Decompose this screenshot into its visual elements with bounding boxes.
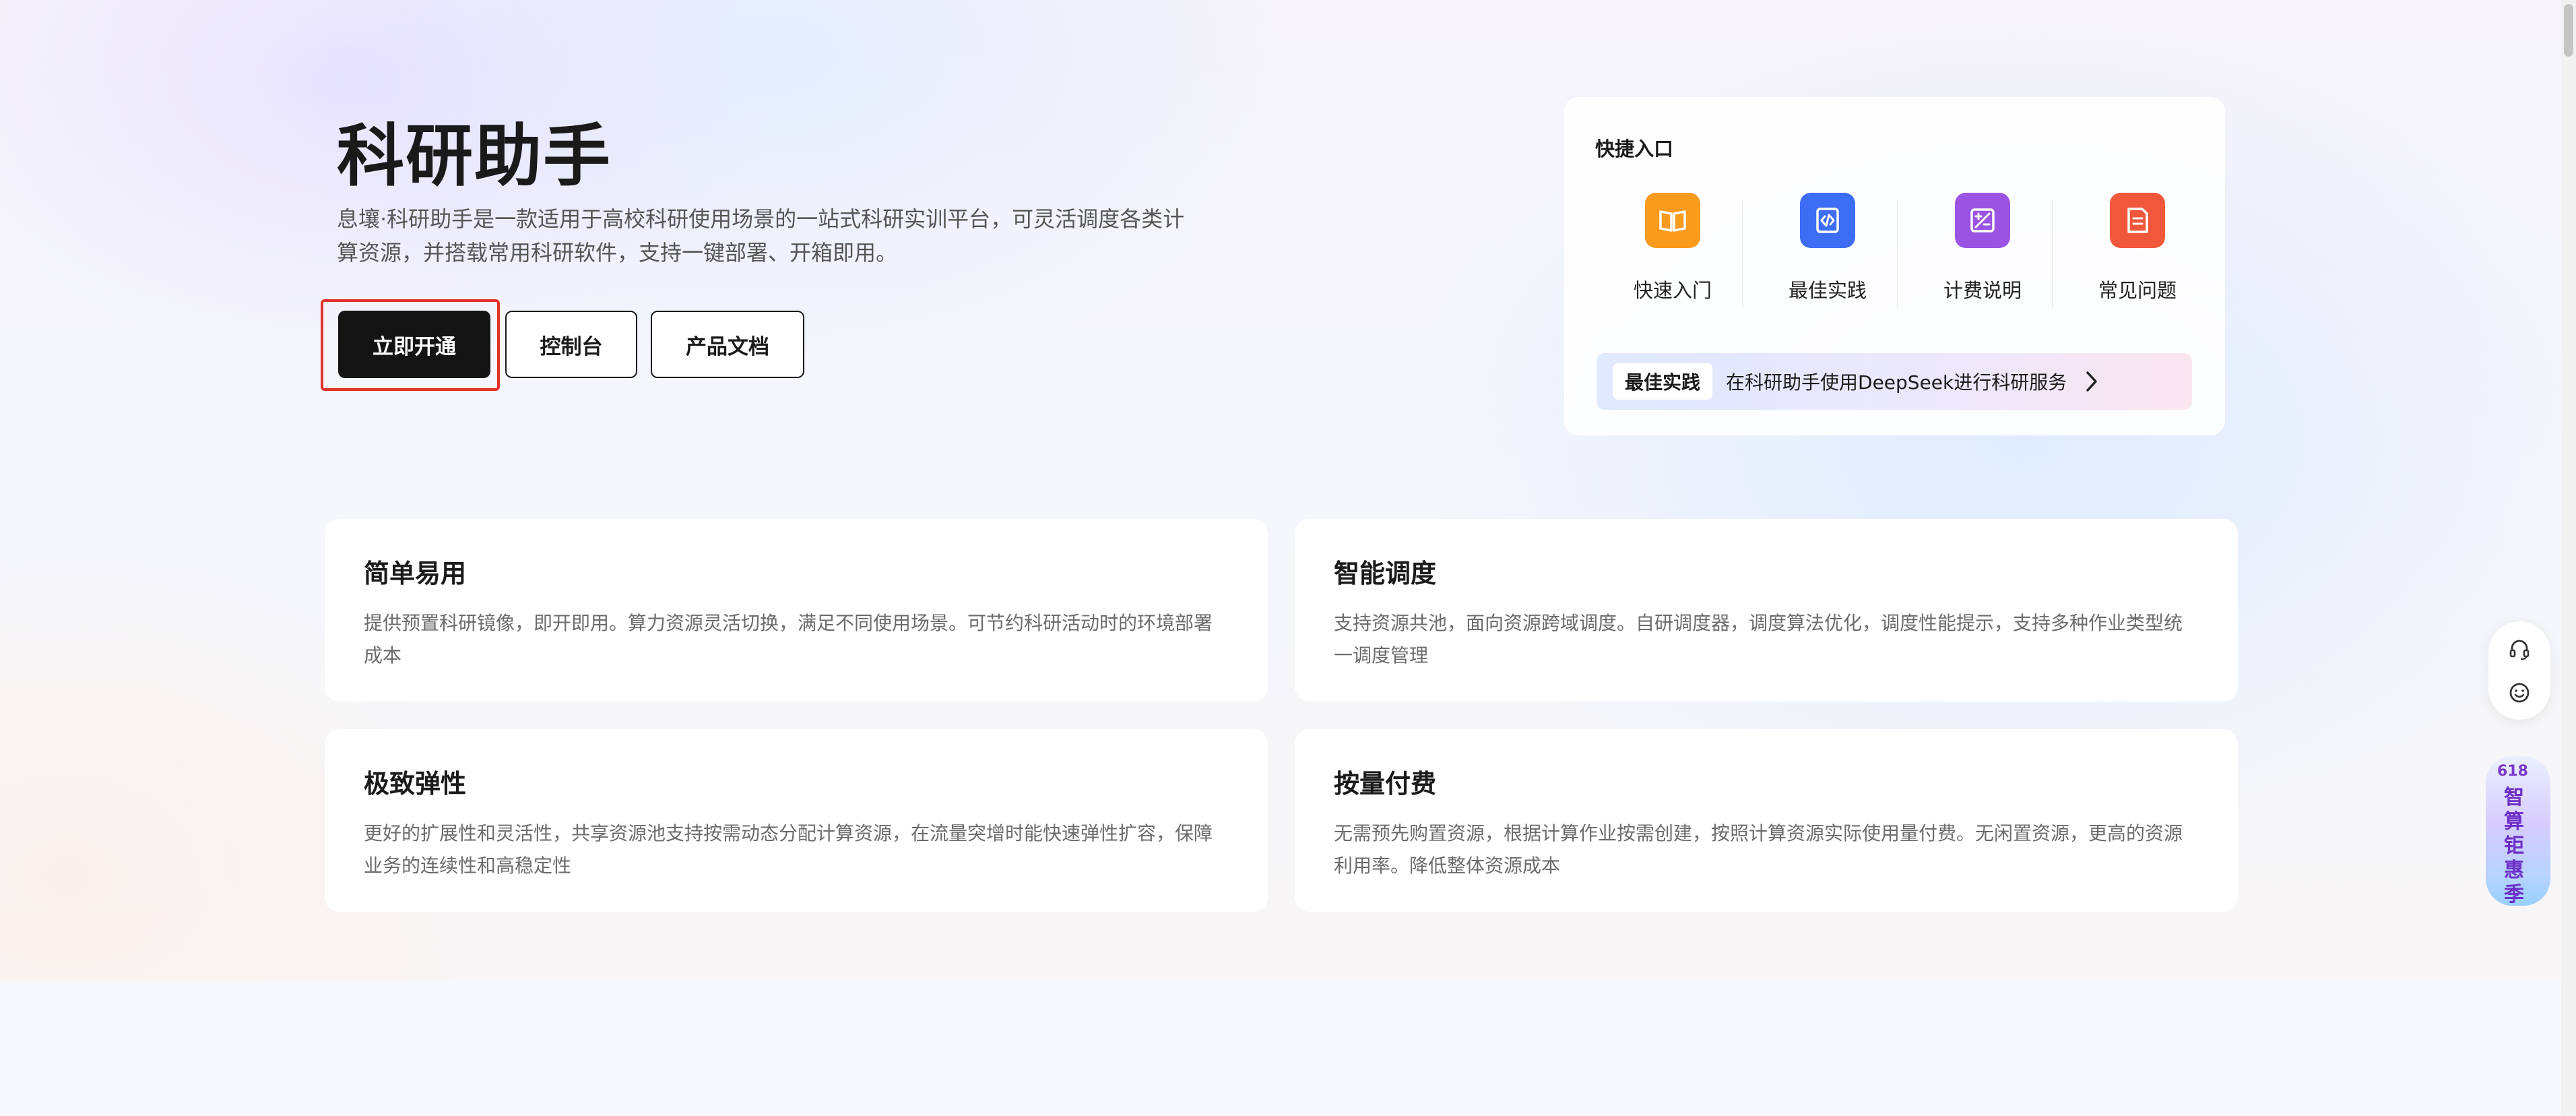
quick-entry-panel: 快捷入口 快速入门 最佳实践 计费说明 常见问题 最佳实践 在科研助手使用Dee… bbox=[1564, 97, 2225, 435]
scrollbar[interactable] bbox=[2561, 0, 2576, 1116]
page-title: 科研助手 bbox=[337, 117, 612, 195]
feature-card-easy-to-use: 简单易用 提供预置科研镜像，即开即用。算力资源灵活切换，满足不同使用场景。可节约… bbox=[325, 519, 1268, 702]
quick-item-label: 最佳实践 bbox=[1788, 279, 1867, 302]
banner-link-text: 在科研助手使用DeepSeek进行科研服务 bbox=[1726, 371, 2067, 394]
feature-title: 简单易用 bbox=[364, 559, 467, 588]
smiley-feedback-icon[interactable] bbox=[2507, 681, 2532, 705]
feature-title: 按量付费 bbox=[1334, 769, 1437, 799]
divider bbox=[2052, 199, 2053, 309]
quick-item-getting-started[interactable]: 快速入门 bbox=[1595, 193, 1750, 314]
best-practice-banner[interactable]: 最佳实践 在科研助手使用DeepSeek进行科研服务 bbox=[1597, 353, 2192, 410]
quick-item-faq[interactable]: 常见问题 bbox=[2060, 193, 2215, 314]
feature-description: 支持资源共池，面向资源跨域调度。自研调度器，调度算法优化，调度性能提示，支持多种… bbox=[1334, 612, 2183, 666]
product-docs-button[interactable]: 产品文档 bbox=[651, 311, 804, 378]
quick-item-label: 计费说明 bbox=[1943, 279, 2022, 302]
feature-title: 智能调度 bbox=[1334, 559, 1437, 588]
feature-description: 提供预置科研镜像，即开即用。算力资源灵活切换，满足不同使用场景。可节约科研活动时… bbox=[364, 612, 1213, 666]
code-doc-icon bbox=[1800, 193, 1855, 248]
feature-card-elasticity: 极致弹性 更好的扩展性和灵活性，共享资源池支持按需动态分配计算资源，在流量突增时… bbox=[325, 729, 1268, 912]
divider bbox=[1897, 199, 1898, 309]
quick-item-best-practice[interactable]: 最佳实践 bbox=[1750, 193, 1905, 314]
divider bbox=[1742, 199, 1743, 309]
quick-item-label: 快速入门 bbox=[1633, 279, 1712, 302]
feature-description: 无需预先购置资源，根据计算作业按需创建，按照计算资源实际使用量付费。无闲置资源，… bbox=[1334, 822, 2183, 877]
chevron-right-icon bbox=[2084, 370, 2099, 393]
feature-title: 极致弹性 bbox=[364, 769, 467, 799]
book-icon bbox=[1645, 193, 1700, 248]
quick-item-billing[interactable]: 计费说明 bbox=[1905, 193, 2060, 314]
console-button[interactable]: 控制台 bbox=[505, 311, 637, 378]
quick-item-label: 常见问题 bbox=[2098, 279, 2177, 302]
document-icon bbox=[2110, 193, 2165, 248]
banner-tag: 最佳实践 bbox=[1613, 363, 1713, 400]
headset-icon[interactable] bbox=[2507, 638, 2532, 662]
promo-char: 季 bbox=[2504, 883, 2524, 906]
quick-entry-title: 快捷入口 bbox=[1595, 137, 1674, 160]
promo-618-badge[interactable]: 618 智 算 钜 惠 季 bbox=[2486, 756, 2550, 906]
floating-toolbar bbox=[2488, 621, 2550, 720]
hero-description: 息壤·科研助手是一款适用于高校科研使用场景的一站式科研实训平台，可灵活调度各类计… bbox=[337, 206, 1185, 266]
calculator-icon bbox=[1955, 193, 2010, 248]
scrollbar-thumb[interactable] bbox=[2564, 4, 2573, 57]
activate-now-button[interactable]: 立即开通 bbox=[338, 311, 490, 378]
promo-label: 618 bbox=[2497, 763, 2528, 780]
feature-card-smart-scheduling: 智能调度 支持资源共池，面向资源跨域调度。自研调度器，调度算法优化，调度性能提示… bbox=[1295, 519, 2238, 702]
feature-card-pay-as-you-go: 按量付费 无需预先购置资源，根据计算作业按需创建，按照计算资源实际使用量付费。无… bbox=[1295, 729, 2238, 912]
feature-description: 更好的扩展性和灵活性，共享资源池支持按需动态分配计算资源，在流量突增时能快速弹性… bbox=[364, 822, 1213, 877]
